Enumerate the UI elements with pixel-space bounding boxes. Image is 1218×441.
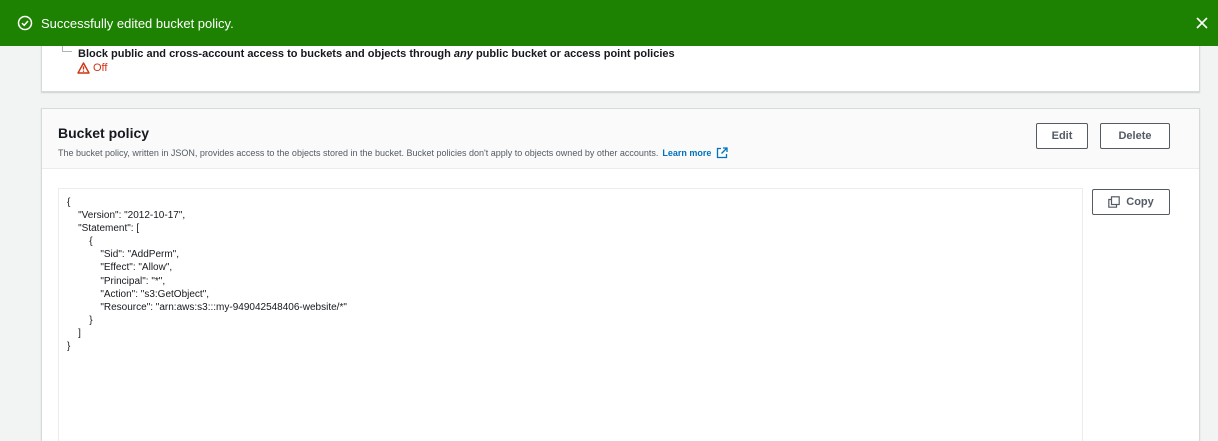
- block-public-access-setting: Block public and cross-account access to…: [62, 46, 675, 60]
- code-line: }: [67, 314, 93, 326]
- section-title: Bucket policy: [58, 125, 150, 141]
- edit-button[interactable]: Edit: [1036, 123, 1088, 149]
- bucket-policy-card: Bucket policy The bucket policy, written…: [41, 108, 1200, 441]
- check-circle-icon: [17, 15, 33, 31]
- code-line: "Resource": "arn:aws:s3:::my-94904254840…: [67, 301, 347, 313]
- code-line: ]: [67, 327, 81, 339]
- code-line: {: [67, 236, 93, 248]
- learn-more-link[interactable]: Learn more: [662, 148, 711, 158]
- section-description: The bucket policy, written in JSON, prov…: [58, 147, 729, 159]
- policy-code-viewer[interactable]: { "Version": "2012-10-17", "Statement": …: [58, 188, 1083, 441]
- setting-label-post: public bucket or access point policies: [472, 48, 675, 60]
- status-text: Off: [93, 62, 108, 74]
- success-flash-banner: Successfully edited bucket policy.: [0, 0, 1218, 46]
- close-icon[interactable]: [1192, 13, 1212, 33]
- setting-label-pre: Block public and cross-account access to…: [78, 48, 454, 60]
- description-text: The bucket policy, written in JSON, prov…: [58, 148, 659, 158]
- bucket-policy-header: Bucket policy The bucket policy, written…: [42, 109, 1199, 169]
- code-line: "Principal": "*",: [67, 275, 166, 287]
- code-line: "Action": "s3:GetObject",: [67, 288, 210, 300]
- delete-button[interactable]: Delete: [1100, 123, 1170, 149]
- code-line: "Effect": "Allow",: [67, 262, 173, 274]
- setting-label-emphasis: any: [453, 48, 473, 60]
- flash-message: Successfully edited bucket policy.: [41, 15, 234, 31]
- status-badge: Off: [77, 62, 107, 74]
- copy-label: Copy: [1126, 196, 1154, 208]
- warning-icon: [77, 62, 90, 74]
- policy-json: { "Version": "2012-10-17", "Statement": …: [67, 196, 347, 353]
- external-link-icon[interactable]: [716, 147, 729, 159]
- copy-button[interactable]: Copy: [1092, 189, 1170, 215]
- tree-connector: [62, 46, 72, 52]
- code-line: "Sid": "AddPerm",: [67, 249, 180, 261]
- code-line: "Version": "2012-10-17",: [67, 210, 186, 222]
- code-line: {: [67, 197, 71, 208]
- copy-icon: [1108, 196, 1121, 208]
- code-line: "Statement": [: [67, 223, 140, 235]
- code-line: }: [67, 341, 71, 353]
